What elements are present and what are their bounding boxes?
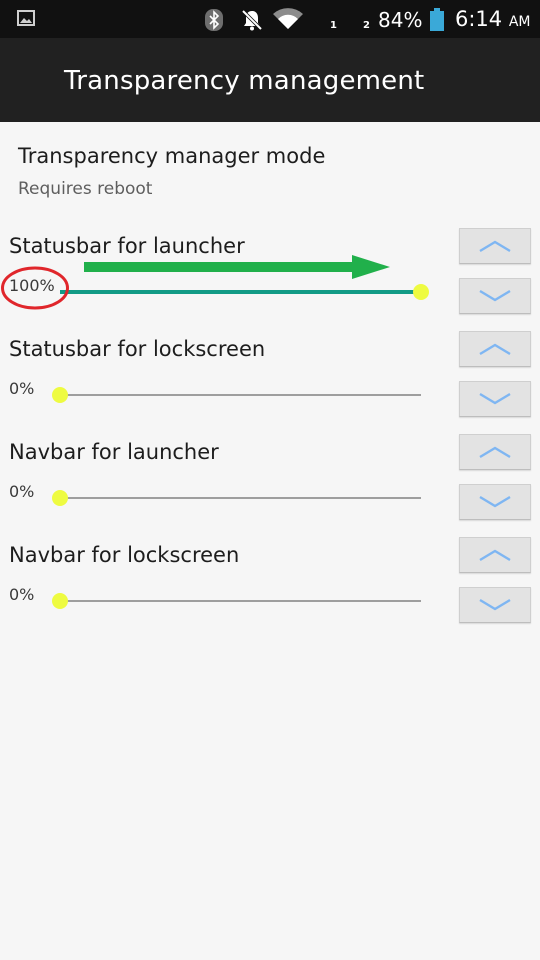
- notifications-off-icon: [240, 8, 264, 36]
- annotation-red-ellipse: [1, 266, 69, 310]
- increase-button[interactable]: [459, 228, 531, 264]
- slider-thumb[interactable]: [52, 593, 68, 609]
- increase-button[interactable]: [459, 537, 531, 573]
- increase-button[interactable]: [459, 434, 531, 470]
- clock-time: 6:14: [455, 7, 503, 31]
- chevron-up-icon: [479, 343, 511, 356]
- decrease-button[interactable]: [459, 278, 531, 314]
- decrease-button[interactable]: [459, 381, 531, 417]
- slider-track[interactable]: [52, 593, 421, 609]
- slider-row-statusbar-lockscreen: Statusbar for lockscreen 0%: [0, 331, 540, 439]
- chevron-down-icon: [479, 495, 511, 508]
- page-title: Transparency management: [64, 66, 425, 96]
- slider-track[interactable]: [52, 490, 421, 506]
- transparency-mode-preference[interactable]: Transparency manager mode Requires reboo…: [0, 122, 540, 212]
- chevron-up-icon: [479, 240, 511, 253]
- slider-title: Navbar for launcher: [9, 440, 219, 464]
- decrease-button[interactable]: [459, 484, 531, 520]
- chevron-up-icon: [479, 549, 511, 562]
- sim1-indicator: 1: [330, 20, 337, 31]
- clock-ampm: AM: [508, 14, 531, 30]
- slider-thumb[interactable]: [52, 387, 68, 403]
- bluetooth-icon: [204, 8, 224, 36]
- wifi-icon: [272, 7, 304, 35]
- slider-row-navbar-launcher: Navbar for launcher 0%: [0, 434, 540, 542]
- slider-value: 0%: [9, 585, 35, 604]
- increase-button[interactable]: [459, 331, 531, 367]
- slider-row-navbar-lockscreen: Navbar for lockscreen 0%: [0, 537, 540, 645]
- chevron-down-icon: [479, 289, 511, 302]
- slider-thumb[interactable]: [413, 284, 429, 300]
- slider-title: Navbar for lockscreen: [9, 543, 240, 567]
- slider-track[interactable]: [52, 387, 421, 403]
- status-bar: 1 2 84% 6:14 AM: [0, 0, 540, 38]
- mode-pref-title: Transparency manager mode: [18, 144, 326, 168]
- slider-value: 0%: [9, 379, 35, 398]
- chevron-up-icon: [479, 446, 511, 459]
- app-bar: Transparency management: [0, 38, 540, 122]
- clock: 6:14 AM: [455, 7, 531, 31]
- slider-value: 0%: [9, 482, 35, 501]
- slider-thumb[interactable]: [52, 490, 68, 506]
- gallery-icon: [17, 10, 35, 30]
- slider-title: Statusbar for lockscreen: [9, 337, 266, 361]
- slider-track[interactable]: [60, 284, 429, 300]
- battery-icon: [429, 8, 445, 36]
- battery-percent: 84%: [378, 8, 423, 32]
- annotation-green-arrow: [84, 255, 390, 279]
- chevron-down-icon: [479, 598, 511, 611]
- slider-fill: [60, 290, 421, 294]
- decrease-button[interactable]: [459, 587, 531, 623]
- sim2-indicator: 2: [363, 20, 370, 31]
- mode-pref-summary: Requires reboot: [18, 179, 153, 199]
- chevron-down-icon: [479, 392, 511, 405]
- slider-row-statusbar-launcher: Statusbar for launcher 100%: [0, 228, 540, 336]
